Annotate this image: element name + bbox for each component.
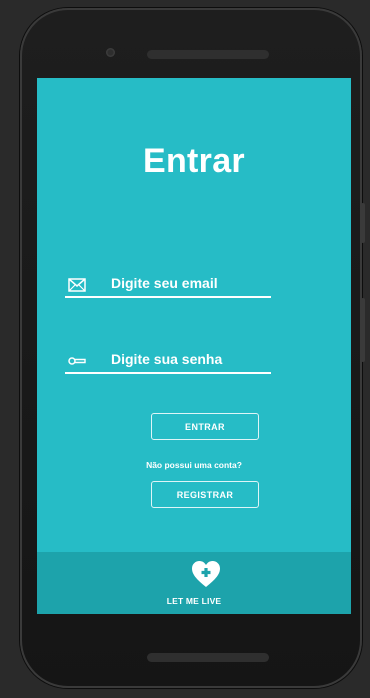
password-underline — [65, 372, 271, 374]
email-field[interactable]: Digite seu email — [65, 268, 271, 298]
top-speaker — [147, 50, 269, 59]
envelope-icon — [68, 278, 86, 292]
login-screen: Entrar Digite seu email Digite sua senha… — [37, 78, 351, 614]
password-field[interactable]: Digite sua senha — [65, 344, 271, 374]
page-title: Entrar — [143, 142, 245, 180]
register-button[interactable]: REGISTRAR — [151, 481, 259, 508]
heart-plus-icon — [192, 561, 220, 587]
brand-name: LET ME LIVE — [166, 596, 222, 606]
no-account-text: Não possui uma conta? — [146, 460, 242, 470]
volume-button — [361, 203, 365, 243]
password-input[interactable]: Digite sua senha — [111, 351, 222, 367]
key-icon — [68, 357, 86, 365]
email-underline — [65, 296, 271, 298]
email-input[interactable]: Digite seu email — [111, 275, 218, 291]
power-button — [361, 298, 365, 362]
front-camera — [106, 48, 115, 57]
app-stage: Entrar Digite seu email Digite sua senha… — [0, 0, 370, 698]
bottom-speaker — [147, 653, 269, 662]
footer-bar: LET ME LIVE — [37, 552, 351, 614]
login-button[interactable]: ENTRAR — [151, 413, 259, 440]
